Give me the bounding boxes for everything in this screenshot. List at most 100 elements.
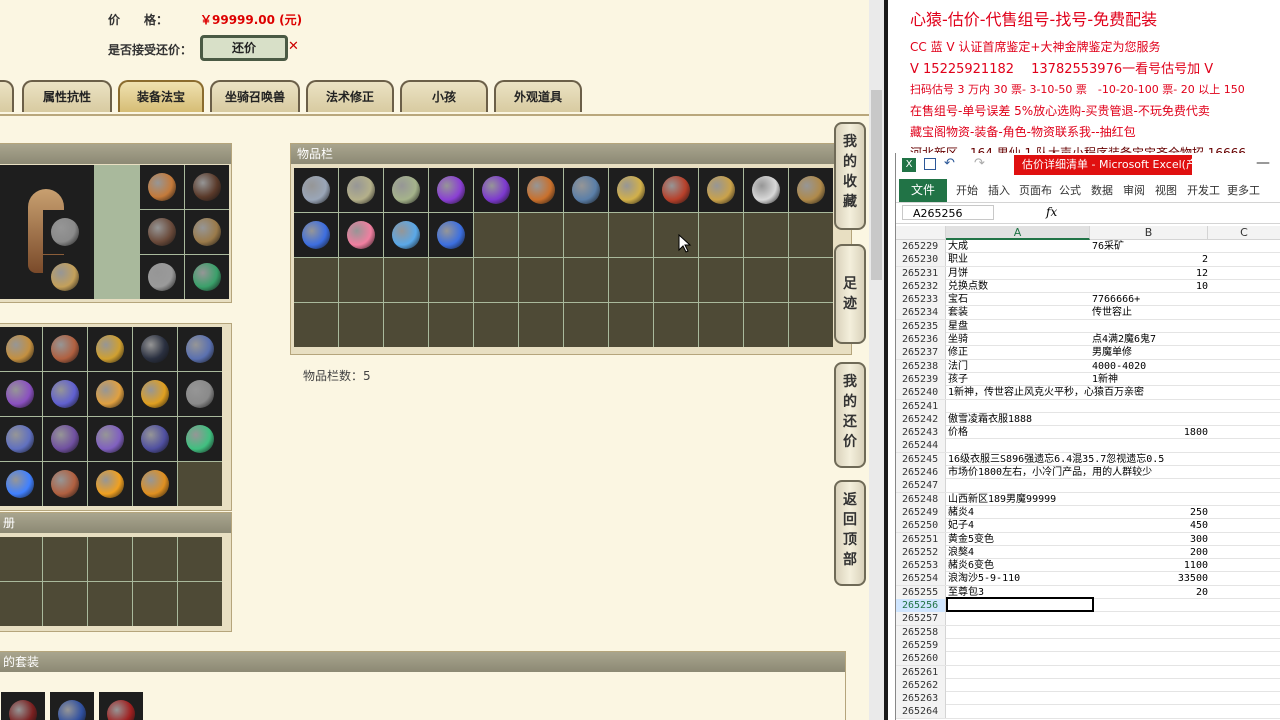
cell-b[interactable]: 点4满2魔6鬼7 [1092, 333, 1208, 346]
tab-child[interactable]: 小孩 [400, 80, 488, 112]
cell-a[interactable]: 1新神，传世容止风克火平秒，心猿百万亲密 [948, 386, 1144, 399]
album-slot[interactable] [0, 582, 42, 626]
equipment-slot[interactable] [140, 255, 184, 299]
name-box[interactable]: A265256 [902, 205, 994, 220]
close-icon[interactable]: ✕ [288, 39, 299, 54]
column-header-b[interactable]: B [1090, 226, 1208, 240]
row-number[interactable]: 265242 [896, 412, 946, 426]
inventory-slot[interactable] [429, 213, 473, 257]
inventory-slot[interactable] [789, 213, 833, 257]
equipment-slot[interactable] [185, 255, 229, 299]
row-number[interactable]: 265240 [896, 386, 946, 400]
ribbon-tab[interactable]: 审阅 [1123, 182, 1145, 198]
fabao-slot[interactable] [178, 327, 222, 371]
cell-a[interactable]: 坐骑 [948, 333, 1092, 346]
inventory-slot[interactable] [609, 303, 653, 347]
album-slot[interactable] [43, 537, 87, 581]
ribbon-tab[interactable]: 更多工 [1227, 182, 1260, 198]
fabao-slot[interactable] [88, 372, 132, 416]
cell-b[interactable]: 2 [1092, 253, 1208, 266]
inventory-slot[interactable] [699, 213, 743, 257]
inventory-slot[interactable] [564, 213, 608, 257]
cell-b[interactable]: 男魔单修 [1092, 346, 1208, 359]
inventory-slot[interactable] [429, 303, 473, 347]
redo-icon[interactable]: ↷ [974, 156, 985, 171]
inventory-slot[interactable] [744, 303, 788, 347]
fabao-slot[interactable] [178, 417, 222, 461]
row-number[interactable]: 265235 [896, 319, 946, 333]
row-number[interactable]: 265229 [896, 240, 946, 253]
suit-slot[interactable] [99, 692, 143, 720]
cell-b[interactable]: 12 [1092, 267, 1208, 280]
suit-slot[interactable] [50, 692, 94, 720]
fabao-slot[interactable] [133, 327, 177, 371]
row-number[interactable]: 265238 [896, 359, 946, 373]
inventory-slot[interactable] [339, 258, 383, 302]
inventory-slot[interactable] [609, 258, 653, 302]
ribbon-tab[interactable]: 页面布 [1019, 182, 1052, 198]
fabao-slot[interactable] [43, 327, 87, 371]
cell-a[interactable]: 黄金5变色 [948, 533, 1092, 546]
ribbon-tab[interactable]: 开始 [956, 182, 978, 198]
album-slot[interactable] [178, 582, 222, 626]
cell-a[interactable]: 孩子 [948, 373, 1092, 386]
row-number[interactable]: 265231 [896, 266, 946, 280]
album-slot[interactable] [88, 537, 132, 581]
fabao-slot[interactable] [43, 372, 87, 416]
inventory-slot[interactable] [609, 213, 653, 257]
cell-b[interactable]: 1800 [1092, 426, 1208, 439]
row-number[interactable]: 265264 [896, 705, 946, 719]
ribbon-tab[interactable]: 数据 [1091, 182, 1113, 198]
fabao-slot[interactable] [133, 462, 177, 506]
cell-a[interactable]: 修正 [948, 346, 1092, 359]
file-tab[interactable]: 文件 [899, 179, 947, 202]
inventory-slot[interactable] [654, 258, 698, 302]
column-header-a[interactable]: A [946, 226, 1090, 240]
equipment-slot[interactable] [43, 255, 87, 299]
fabao-slot[interactable] [133, 417, 177, 461]
inventory-slot[interactable] [519, 168, 563, 212]
inventory-slot[interactable] [789, 258, 833, 302]
tab-spell-correction[interactable]: 法术修正 [306, 80, 394, 112]
album-slot[interactable] [88, 582, 132, 626]
cell-a[interactable]: 大成 [948, 240, 1092, 253]
cell-b[interactable]: 1100 [1092, 559, 1208, 572]
fabao-slot[interactable] [133, 372, 177, 416]
inventory-slot[interactable] [654, 168, 698, 212]
equipment-slot[interactable] [140, 165, 184, 209]
cell-a[interactable]: 星盘 [948, 320, 1092, 333]
cell-a[interactable]: 浪淘沙5-9-110 [948, 572, 1092, 585]
suit-slot[interactable] [1, 692, 45, 720]
row-number[interactable]: 265237 [896, 346, 946, 360]
inventory-slot[interactable] [429, 168, 473, 212]
page-scrollbar[interactable] [869, 0, 884, 720]
inventory-slot[interactable] [699, 303, 743, 347]
row-number[interactable]: 265249 [896, 505, 946, 519]
row-number[interactable]: 265263 [896, 692, 946, 706]
equipment-slot[interactable] [185, 165, 229, 209]
cell-a[interactable]: 浪獒4 [948, 546, 1092, 559]
cell-b[interactable]: 200 [1092, 546, 1208, 559]
row-number[interactable]: 265258 [896, 625, 946, 639]
row-number[interactable]: 265261 [896, 665, 946, 679]
row-number[interactable]: 265236 [896, 333, 946, 347]
fabao-slot[interactable] [88, 327, 132, 371]
select-all-corner[interactable] [896, 226, 946, 240]
row-number[interactable]: 265256 [896, 599, 946, 613]
equipment-slot[interactable] [43, 210, 87, 254]
tab-equipment[interactable]: 装备法宝 [118, 80, 204, 112]
row-number[interactable]: 265234 [896, 306, 946, 320]
minimize-icon[interactable]: — [1256, 155, 1270, 171]
inventory-slot[interactable] [564, 258, 608, 302]
inventory-slot[interactable] [789, 168, 833, 212]
fabao-slot[interactable] [178, 372, 222, 416]
cell-a[interactable]: 月饼 [948, 267, 1092, 280]
inventory-slot[interactable] [654, 303, 698, 347]
cell-a[interactable]: 赭炎4 [948, 506, 1092, 519]
tab-attributes[interactable]: 属性抗性 [22, 80, 112, 112]
inventory-slot[interactable] [699, 168, 743, 212]
row-number[interactable]: 265244 [896, 439, 946, 453]
inventory-slot[interactable] [609, 168, 653, 212]
fabao-slot[interactable] [0, 327, 42, 371]
cell-b[interactable]: 10 [1092, 280, 1208, 293]
